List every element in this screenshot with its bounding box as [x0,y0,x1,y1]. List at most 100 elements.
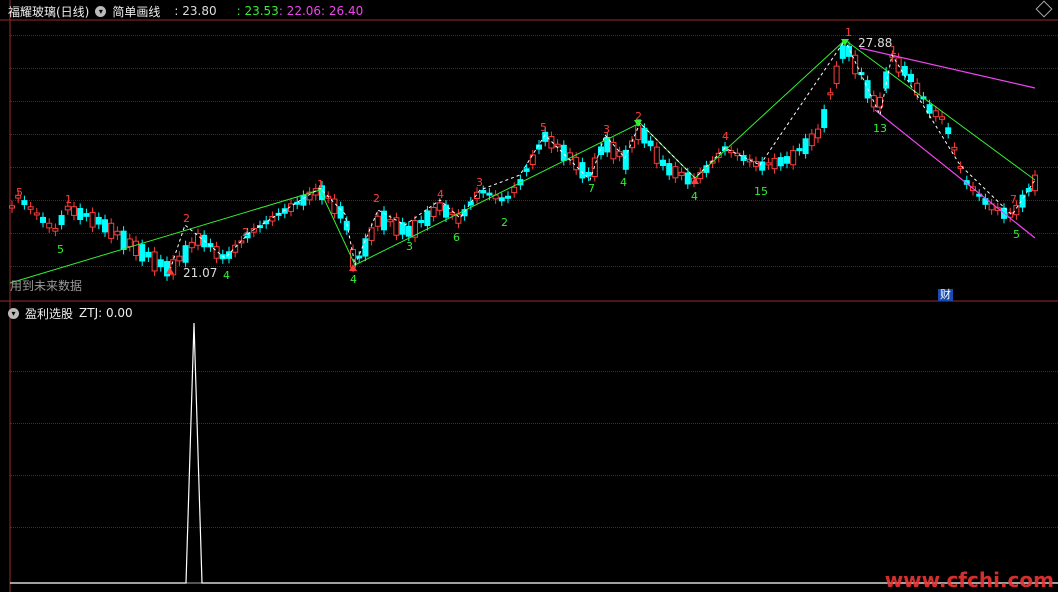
count-label-red: 4 [722,130,729,143]
value-3: : 22.06 [278,4,322,18]
candle [300,190,307,211]
ztj-value: ZTJ: 0.00 [79,306,133,320]
future-data-note: 用到未来数据 [10,279,83,293]
chart-canvas: 512212 435 32411754 43627 44 15135 [0,0,1058,592]
candle [89,207,96,233]
candle [120,226,127,255]
candle [164,256,170,281]
candle [430,202,437,222]
candle [833,61,840,89]
candle [629,135,635,153]
count-label-green: 4 [691,190,698,203]
count-label-red: 2 [373,192,380,205]
sub-indicator-name[interactable]: 盈利选股 [25,305,73,322]
zig-line [354,122,641,266]
candle [133,236,139,261]
candle [498,192,505,206]
candle [852,50,859,79]
sub-panel-header: ▾ 盈利选股 ZTJ: 0.00 [8,303,139,323]
candle [796,143,803,156]
count-label-red: 5 [16,186,23,199]
candle [728,145,735,158]
candle [505,191,511,204]
candle [412,215,418,243]
count-label-green: 7 [588,182,595,195]
candle [71,201,77,221]
sub-settings-icon[interactable]: ▾ [8,307,19,319]
candle [815,124,821,143]
candle [765,157,772,170]
count-label-red: 2 [183,212,190,225]
count-label-red: 4 [437,188,444,201]
count-label-green: 2 [501,216,508,229]
main-panel-header: 福耀玻璃(日线) ▾ 简单画线 : 23.80 : 23.53 : 22.06 … [8,1,369,21]
candle [784,151,790,169]
candle [337,201,344,224]
value-1: : 23.80 [174,4,217,18]
candle [250,223,257,238]
candle [381,206,387,235]
candle [474,187,480,204]
candle [418,215,425,228]
stock-title[interactable]: 福耀玻璃(日线) [8,3,89,20]
settings-icon[interactable]: ▾ [95,5,107,17]
candle [455,209,462,229]
candle [269,211,276,227]
candle [108,218,115,244]
candle [529,149,536,170]
indicator-name[interactable]: 简单画线 [112,3,160,20]
candle [157,254,164,272]
candle [678,167,685,181]
candle [945,122,952,139]
count-label-red: 1 [845,26,852,39]
candle [176,251,183,266]
candle [182,240,189,268]
count-label-green: 4 [223,269,230,282]
candle [461,204,468,221]
count-label-green: 5 [1013,228,1020,241]
candle [170,254,177,280]
candle [610,137,617,164]
finance-badge[interactable]: 财 [938,289,953,301]
ztj-spike [10,322,1058,584]
count-label-green: 15 [754,185,768,198]
candle [46,218,53,233]
candle [777,152,784,171]
count-label-red: 5 [540,121,547,134]
count-label-red: 3 [603,123,610,136]
candle [356,250,363,263]
candle [753,156,759,172]
candle [52,223,59,237]
zig-line [694,39,846,179]
candle [58,210,65,230]
high-price-label: 27.88 [858,36,893,50]
candle [982,193,989,210]
candle [908,69,914,87]
count-label-red: 1 [317,178,324,191]
candle [939,111,945,125]
candle [523,163,530,177]
candle [33,207,40,220]
count-label-red: 3 [476,176,483,189]
candle [901,61,908,81]
candle [653,142,660,169]
low-price-label: 21.07 [183,266,218,280]
candle [697,167,704,184]
count-label-green: 5 [57,243,64,256]
count-label-green: 13 [873,122,887,135]
count-label-green: 4 [620,176,627,189]
candle [126,233,133,252]
candle [399,217,406,240]
candle [672,161,679,183]
value-2: : 23.53 [236,4,279,18]
candle [40,212,46,228]
candle [877,92,883,113]
count-label-red: 2 [242,226,249,239]
candle [591,153,598,182]
candle [622,145,629,175]
candle [1025,183,1032,197]
candle [294,197,301,210]
candle [790,145,797,170]
candle [567,147,573,165]
candle [325,191,332,204]
